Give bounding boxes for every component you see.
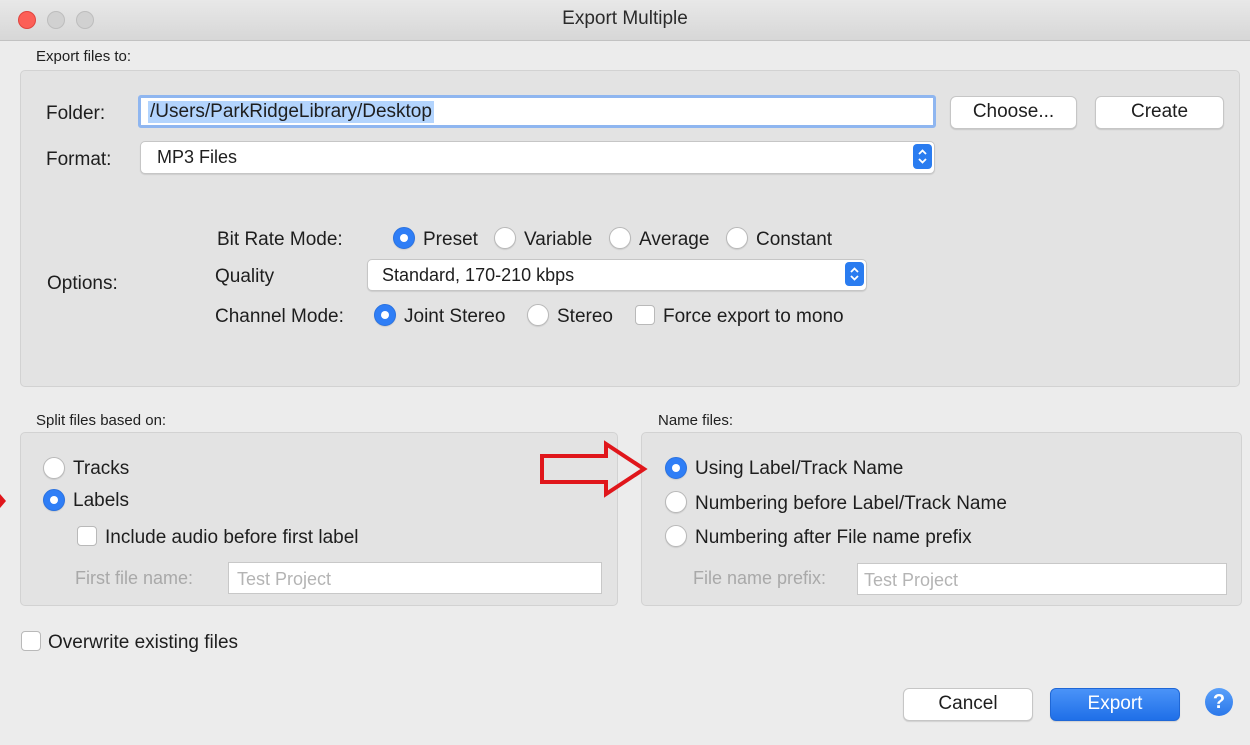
name-using-label-text: Using Label/Track Name xyxy=(695,458,904,479)
help-button[interactable]: ? xyxy=(1205,688,1233,716)
name-numbering-after-radio[interactable] xyxy=(665,525,687,547)
split-labels-radio[interactable] xyxy=(43,489,65,511)
folder-label: Folder: xyxy=(46,103,106,124)
create-button[interactable]: Create xyxy=(1095,96,1224,129)
title-bar: Export Multiple xyxy=(0,0,1250,41)
channel-stereo-label: Stereo xyxy=(557,306,613,327)
split-labels-label: Labels xyxy=(73,490,129,511)
bitrate-average-label: Average xyxy=(639,229,710,250)
cancel-button[interactable]: Cancel xyxy=(903,688,1033,721)
bitrate-preset-label: Preset xyxy=(423,229,478,250)
split-tracks-label: Tracks xyxy=(73,458,130,479)
format-label: Format: xyxy=(46,149,112,170)
first-file-input[interactable]: Test Project xyxy=(228,562,602,594)
force-mono-checkbox[interactable] xyxy=(635,305,655,325)
bitrate-preset-radio[interactable] xyxy=(393,227,415,249)
quality-select[interactable]: Standard, 170-210 kbps xyxy=(367,259,867,291)
bitrate-constant-label: Constant xyxy=(756,229,833,250)
name-files-section-label: Name files: xyxy=(658,412,734,429)
window-title: Export Multiple xyxy=(562,8,688,29)
split-section-label: Split files based on: xyxy=(36,412,167,429)
format-select-value: MP3 Files xyxy=(157,147,238,167)
force-mono-label: Force export to mono xyxy=(663,306,844,327)
bitrate-average-radio[interactable] xyxy=(609,227,631,249)
folder-input[interactable]: /Users/ParkRidgeLibrary/Desktop xyxy=(138,95,936,128)
name-numbering-after-text: Numbering after File name prefix xyxy=(695,527,972,548)
format-select[interactable]: MP3 Files xyxy=(140,141,935,174)
bitrate-variable-radio[interactable] xyxy=(494,227,516,249)
channel-mode-label: Channel Mode: xyxy=(215,306,344,327)
prefix-input[interactable]: Test Project xyxy=(857,563,1227,595)
include-audio-label: Include audio before first label xyxy=(105,527,359,548)
name-numbering-before-radio[interactable] xyxy=(665,491,687,513)
channel-joint-stereo-radio[interactable] xyxy=(374,304,396,326)
split-tracks-radio[interactable] xyxy=(43,457,65,479)
chevron-updown-icon xyxy=(845,262,864,286)
include-audio-checkbox[interactable] xyxy=(77,526,97,546)
quality-select-value: Standard, 170-210 kbps xyxy=(382,265,575,285)
bitrate-mode-label: Bit Rate Mode: xyxy=(217,229,343,250)
choose-button[interactable]: Choose... xyxy=(950,96,1077,129)
export-button[interactable]: Export xyxy=(1050,688,1180,721)
prefix-placeholder: Test Project xyxy=(864,570,959,590)
overwrite-checkbox[interactable] xyxy=(21,631,41,651)
export-to-section-label: Export files to: xyxy=(36,48,132,65)
chevron-updown-icon xyxy=(913,144,932,169)
quality-label: Quality xyxy=(215,266,275,287)
first-file-label: First file name: xyxy=(75,568,194,588)
options-label: Options: xyxy=(47,273,118,294)
first-file-placeholder: Test Project xyxy=(237,569,332,589)
name-using-label-radio[interactable] xyxy=(665,457,687,479)
channel-stereo-radio[interactable] xyxy=(527,304,549,326)
channel-joint-stereo-label: Joint Stereo xyxy=(404,306,506,327)
prefix-label: File name prefix: xyxy=(693,568,827,588)
bitrate-variable-label: Variable xyxy=(524,229,593,250)
overwrite-label: Overwrite existing files xyxy=(48,632,239,653)
annotation-marker xyxy=(0,494,6,508)
bitrate-constant-radio[interactable] xyxy=(726,227,748,249)
name-numbering-before-text: Numbering before Label/Track Name xyxy=(695,493,1007,514)
folder-input-value: /Users/ParkRidgeLibrary/Desktop xyxy=(148,101,434,123)
red-arrow-annotation xyxy=(540,440,648,498)
